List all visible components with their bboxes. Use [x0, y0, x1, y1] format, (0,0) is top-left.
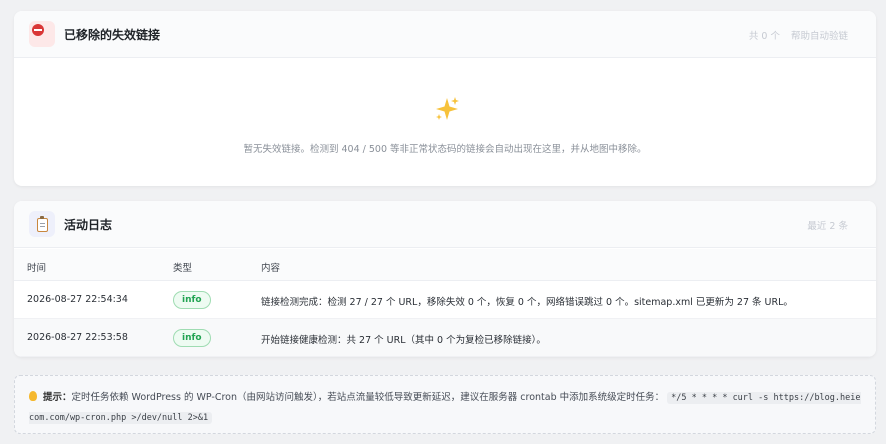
column-header-time: 时间	[27, 263, 47, 274]
removed-links-count: 共 0 个	[748, 31, 780, 42]
activity-log-table: 时间 类型 内容 2026-08-27 22:54:34 info 链接检测完成…	[14, 249, 876, 357]
row-content: 链接检测完成：检测 27 / 27 个 URL，移除失效 0 个，恢复 0 个，…	[261, 297, 793, 308]
activity-log-card: 活动日志 最近 2 条 时间 类型 内容 2026-08-27 22:54:34…	[14, 201, 876, 357]
table-row: 2026-08-27 22:54:34 info 链接检测完成：检测 27 / …	[14, 281, 876, 319]
column-header-content: 内容	[261, 263, 281, 274]
cron-tip-box: 提示：定时任务依赖 WordPress 的 WP-Cron（由网站访问触发），若…	[14, 375, 876, 434]
column-header-type: 类型	[173, 263, 193, 274]
removed-links-meta: 共 0 个 帮助自动验链	[741, 28, 848, 42]
tip-label: 提示：	[43, 392, 72, 403]
activity-log-header: 活动日志 最近 2 条	[14, 201, 876, 248]
type-badge: info	[173, 291, 211, 309]
tip-text: 定时任务依赖 WordPress 的 WP-Cron（由网站访问触发），若站点流…	[71, 392, 665, 403]
lightbulb-icon	[29, 391, 37, 401]
sparkles-icon	[436, 97, 459, 120]
removed-links-title: 已移除的失效链接	[64, 28, 161, 42]
clipboard-icon	[29, 211, 55, 237]
removed-links-header: 已移除的失效链接 共 0 个 帮助自动验链	[14, 11, 876, 58]
row-content: 开始链接健康检测：共 27 个 URL（其中 0 个为复检已移除链接）。	[261, 335, 546, 346]
removed-links-card: 已移除的失效链接 共 0 个 帮助自动验链 暂无失效链接。检测到 404 / 5…	[14, 11, 876, 186]
row-time: 2026-08-27 22:53:58	[27, 332, 128, 343]
auto-verify-link[interactable]: 帮助自动验链	[791, 31, 848, 42]
table-row: 2026-08-27 22:53:58 info 开始链接健康检测：共 27 个…	[14, 319, 876, 357]
type-badge: info	[173, 329, 211, 347]
row-time: 2026-08-27 22:54:34	[27, 294, 128, 305]
empty-state-message: 暂无失效链接。检测到 404 / 500 等非正常状态码的链接会自动出现在这里，…	[243, 144, 647, 155]
table-header: 时间 类型 内容	[14, 249, 876, 281]
no-entry-icon	[29, 21, 55, 47]
activity-log-title: 活动日志	[64, 218, 113, 232]
activity-log-count: 最近 2 条	[807, 221, 848, 232]
